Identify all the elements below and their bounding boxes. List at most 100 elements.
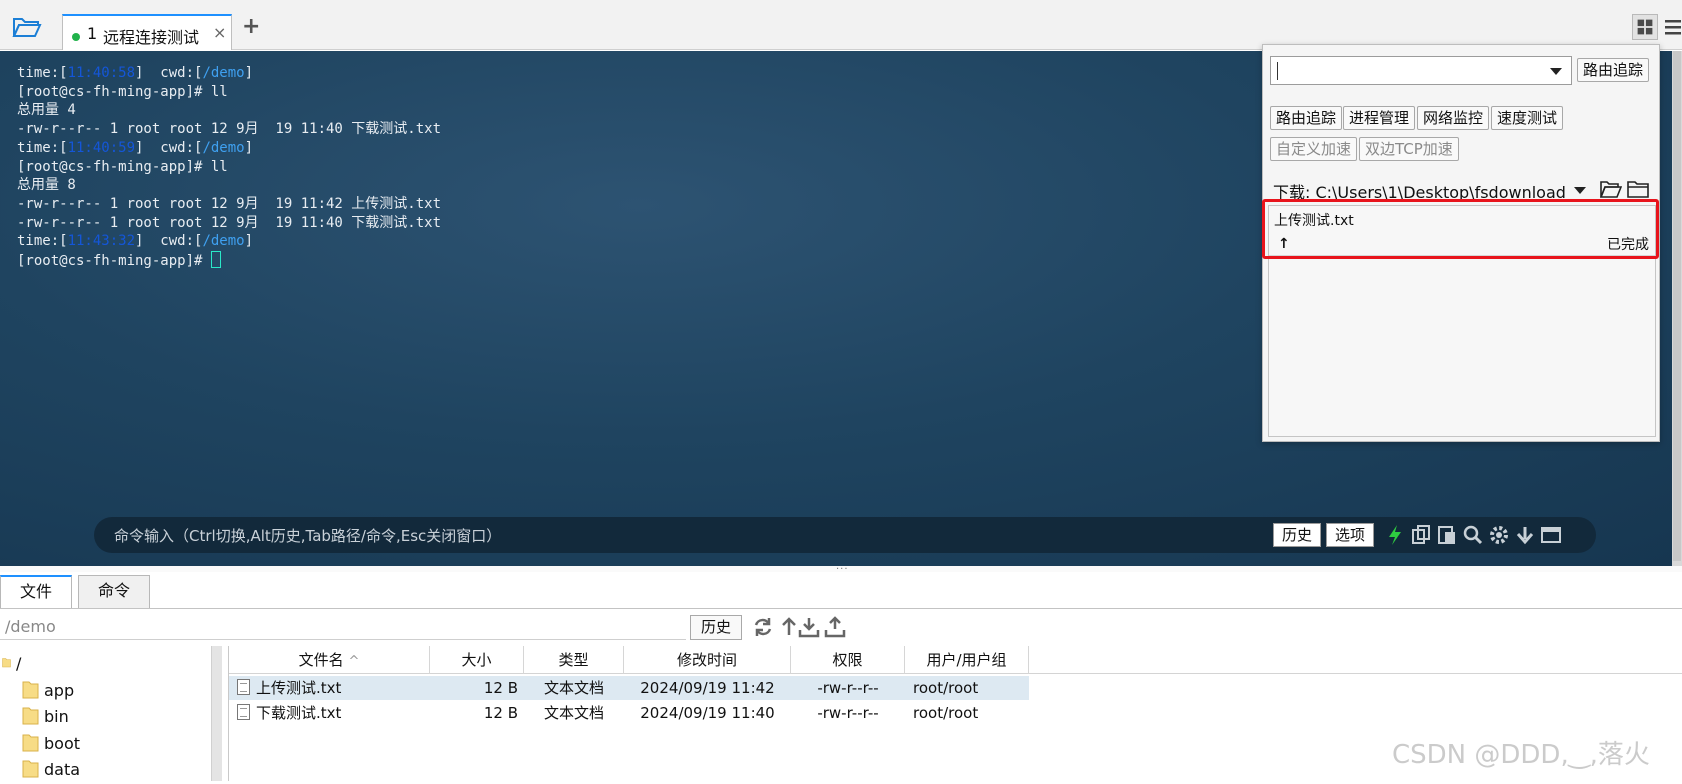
tree-item[interactable]: boot (22, 732, 80, 758)
terminal-text: -rw-r--r-- 1 root root 12 9月 19 11:40 下载… (17, 214, 442, 231)
command-input-placeholder[interactable]: 命令输入（Ctrl切换,Alt历史,Tab路径/命令,Esc关闭窗口） (114, 525, 501, 546)
window-icon[interactable] (1540, 524, 1562, 546)
path-input[interactable] (0, 614, 686, 640)
column-header-owner[interactable]: 用户/用户组 (905, 646, 1029, 674)
tree-item[interactable]: bin (22, 705, 69, 731)
terminal-text: -rw-r--r-- 1 root root 12 9月 19 11:42 上传… (17, 195, 442, 212)
search-icon[interactable] (1462, 524, 1484, 546)
tree-scrollbar[interactable] (211, 646, 222, 781)
tab-commands[interactable]: 命令 (78, 575, 150, 609)
session-tab-number: 1 (87, 24, 98, 43)
tool-speed-test-button[interactable]: 速度测试 (1491, 106, 1564, 130)
terminal-text: 总用量 4 (17, 102, 76, 119)
open-folder-icon[interactable] (12, 15, 42, 39)
connected-status-dot (72, 33, 80, 41)
custom-acceleration-button[interactable]: 自定义加速 (1270, 137, 1358, 161)
parent-directory-icon[interactable] (778, 616, 800, 638)
tool-network-monitor-button[interactable]: 网络监控 (1417, 106, 1490, 130)
terminal-line: [root@cs-fh-ming-app]# (17, 251, 441, 271)
column-header-modified[interactable]: 修改时间 (624, 646, 791, 674)
tool-process-manager-button[interactable]: 进程管理 (1343, 106, 1416, 130)
watermark: CSDN @DDD,‿,落火 (1392, 740, 1650, 770)
tree-item-label: / (16, 654, 22, 673)
folder-icon[interactable] (1627, 179, 1649, 199)
terminal-line: time:[11:40:59] cwd:[/demo] (17, 139, 441, 158)
download-path-label: 下载: C:\Users\1\Desktop\fsdownload (1273, 183, 1566, 202)
terminal-timestamp: 11:43:32 (67, 233, 136, 250)
folder-icon (22, 681, 39, 698)
tree-item-label: app (44, 680, 75, 700)
add-tab-button[interactable]: + (242, 16, 260, 38)
terminal-cwd: /demo (202, 139, 245, 156)
path-toolbar: 历史 (0, 614, 1682, 642)
terminal-cursor (210, 251, 221, 269)
command-input-bar[interactable]: 命令输入（Ctrl切换,Alt历史,Tab路径/命令,Esc关闭窗口） 历史 选… (94, 517, 1596, 553)
paste-icon[interactable] (1436, 524, 1458, 546)
terminal-timestamp: 11:40:59 (67, 139, 136, 156)
directory-tree[interactable]: / app bin boot data (0, 646, 222, 781)
file-row[interactable]: 下载测试.txt 12 B 文本文档 2024/09/19 11:40 -rw-r--r… (229, 701, 1029, 725)
refresh-icon[interactable] (752, 616, 774, 638)
file-owner: root/root (913, 704, 979, 722)
dropdown-arrow-icon[interactable] (1550, 68, 1562, 75)
route-target-select[interactable] (1270, 56, 1572, 85)
file-type: 文本文档 (543, 679, 604, 697)
column-header-name[interactable]: 文件名 ^ (229, 646, 430, 674)
terminal-line: -rw-r--r-- 1 root root 12 9月 19 11:40 下载… (17, 214, 441, 233)
session-tab[interactable]: 1 远程连接测试 × (62, 14, 232, 50)
column-header-type[interactable]: 类型 (524, 646, 624, 674)
file-size: 12 B (483, 679, 518, 697)
terminal-line: [root@cs-fh-ming-app]# ll (17, 83, 441, 102)
sort-ascending-icon: ^ (348, 654, 360, 669)
terminal-time-prefix: time:[ (17, 233, 68, 250)
menu-icon[interactable] (1664, 16, 1682, 38)
tree-item[interactable]: app (22, 679, 74, 705)
transfer-item[interactable]: 上传测试.txt ↑ 已完成 (1269, 206, 1655, 256)
tree-item[interactable]: / (2, 652, 21, 678)
terminal-cwd-suffix: ] (244, 233, 254, 250)
transfer-list: 上传测试.txt ↑ 已完成 (1268, 205, 1656, 437)
download-path-dropdown-icon[interactable] (1574, 187, 1586, 194)
terminal-cwd-prefix: ] cwd:[ (135, 139, 203, 156)
terminal-line: 总用量 4 (17, 101, 441, 120)
grid-layout-icon[interactable] (1632, 14, 1658, 40)
column-header-size[interactable]: 大小 (430, 646, 524, 674)
arrow-down-icon[interactable] (1514, 524, 1536, 546)
terminal-line: [root@cs-fh-ming-app]# ll (17, 158, 441, 177)
download-icon[interactable] (798, 616, 820, 638)
path-history-button[interactable]: 历史 (690, 615, 742, 640)
text-file-icon (237, 704, 250, 720)
command-options-button[interactable]: 选项 (1326, 523, 1375, 547)
tab-files[interactable]: 文件 (0, 575, 72, 609)
gear-icon[interactable] (1488, 524, 1510, 546)
tools-panel: 路由追踪 路由追踪 进程管理 网络监控 速度测试 自定义加速 双边TCP加速 下… (1262, 44, 1660, 442)
file-name-label: 下载测试.txt (256, 704, 342, 722)
folder-icon (22, 760, 39, 778)
open-folder-icon[interactable] (1600, 179, 1622, 199)
file-row[interactable]: 上传测试.txt 12 B 文本文档 2024/09/19 11:42 -rw-r--r… (229, 676, 1029, 700)
route-trace-go-button[interactable]: 路由追踪 (1577, 58, 1650, 82)
column-header-permissions[interactable]: 权限 (791, 646, 905, 674)
terminal-cwd-prefix: ] cwd:[ (135, 233, 203, 250)
copy-icon[interactable] (1410, 524, 1432, 546)
folder-icon (22, 734, 39, 751)
close-tab-icon[interactable]: × (213, 23, 226, 42)
file-modified: 2024/09/19 11:42 (640, 679, 775, 697)
file-name: 下载测试.txt (237, 701, 427, 725)
bilateral-tcp-acceleration-button[interactable]: 双边TCP加速 (1359, 137, 1459, 161)
tree-item[interactable]: data (22, 758, 80, 784)
command-history-button[interactable]: 历史 (1273, 523, 1322, 547)
upload-icon[interactable] (824, 616, 846, 638)
bottom-tab-bar: 文件 命令 (0, 573, 1682, 609)
terminal-line: 总用量 8 (17, 176, 441, 195)
terminal-cwd-suffix: ] (244, 139, 254, 156)
file-name-label: 上传测试.txt (256, 679, 342, 697)
lightning-icon[interactable] (1384, 524, 1406, 546)
tool-route-trace-button[interactable]: 路由追踪 (1270, 106, 1343, 130)
file-permissions: -rw-r--r-- (817, 704, 879, 722)
terminal-prompt: [root@cs-fh-ming-app]# (17, 253, 211, 270)
terminal-scroll-thumb[interactable] (1673, 51, 1681, 561)
download-path-row: 下载: C:\Users\1\Desktop\fsdownload (1273, 178, 1659, 202)
terminal-cwd: /demo (202, 233, 245, 250)
file-type: 文本文档 (543, 704, 604, 722)
